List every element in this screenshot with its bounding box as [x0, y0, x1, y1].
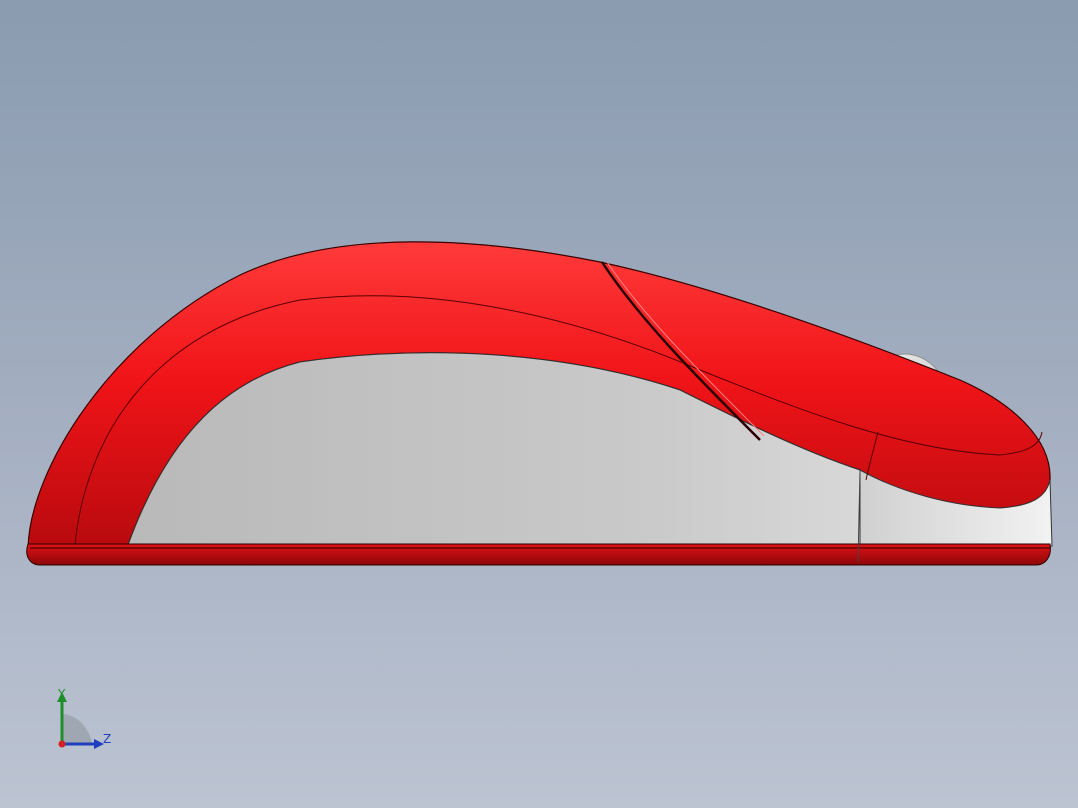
mouse-model-side-view[interactable]: [0, 0, 1078, 808]
y-axis-label: Y: [58, 687, 66, 701]
graphics-viewport[interactable]: Y Z: [0, 0, 1078, 808]
triad-origin: [58, 740, 66, 748]
triad-plane: [62, 714, 92, 744]
base-strip: [26, 543, 1051, 566]
view-orientation-triad[interactable]: Y Z: [48, 684, 120, 756]
z-axis-label: Z: [103, 732, 112, 746]
